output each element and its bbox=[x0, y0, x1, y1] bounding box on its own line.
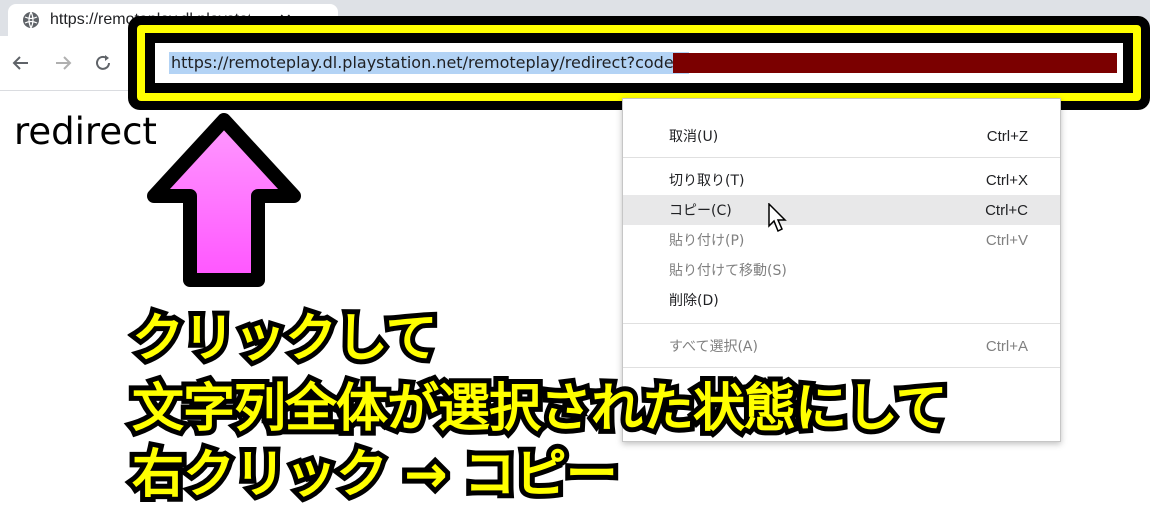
menu-item-paste-and-go[interactable]: 貼り付けて移動(S) bbox=[623, 255, 1060, 285]
url-selected-text[interactable]: https://remoteplay.dl.playstation.net/re… bbox=[169, 52, 690, 74]
back-icon[interactable] bbox=[8, 50, 34, 76]
menu-item-select-all[interactable]: すべて選択(A) Ctrl+A bbox=[623, 331, 1060, 361]
address-bar-highlight: https://remoteplay.dl.playstation.net/re… bbox=[128, 16, 1150, 110]
reload-icon[interactable] bbox=[90, 50, 116, 76]
page-heading: redirect bbox=[14, 110, 157, 153]
menu-item-delete[interactable]: 削除(D) bbox=[623, 285, 1060, 315]
pointer-arrow-icon bbox=[147, 113, 301, 287]
menu-separator bbox=[623, 157, 1060, 158]
menu-separator bbox=[623, 323, 1060, 324]
instruction-line-1: クリックして bbox=[127, 304, 442, 374]
globe-icon bbox=[22, 11, 40, 29]
menu-item-copy[interactable]: コピー(C) Ctrl+C bbox=[623, 195, 1060, 225]
redacted-code bbox=[673, 53, 1117, 73]
address-bar[interactable]: https://remoteplay.dl.playstation.net/re… bbox=[155, 43, 1123, 83]
mouse-cursor-icon bbox=[768, 203, 787, 233]
instruction-line-2: 文字列全体が選択された状態にして bbox=[127, 374, 952, 444]
forward-icon[interactable] bbox=[50, 50, 76, 76]
menu-item-paste[interactable]: 貼り付け(P) Ctrl+V bbox=[623, 225, 1060, 255]
menu-item-cut[interactable]: 切り取り(T) Ctrl+X bbox=[623, 165, 1060, 195]
menu-item-undo[interactable]: 取消(U) Ctrl+Z bbox=[623, 121, 1060, 151]
instruction-line-3: 右クリック → コピー bbox=[127, 440, 623, 507]
